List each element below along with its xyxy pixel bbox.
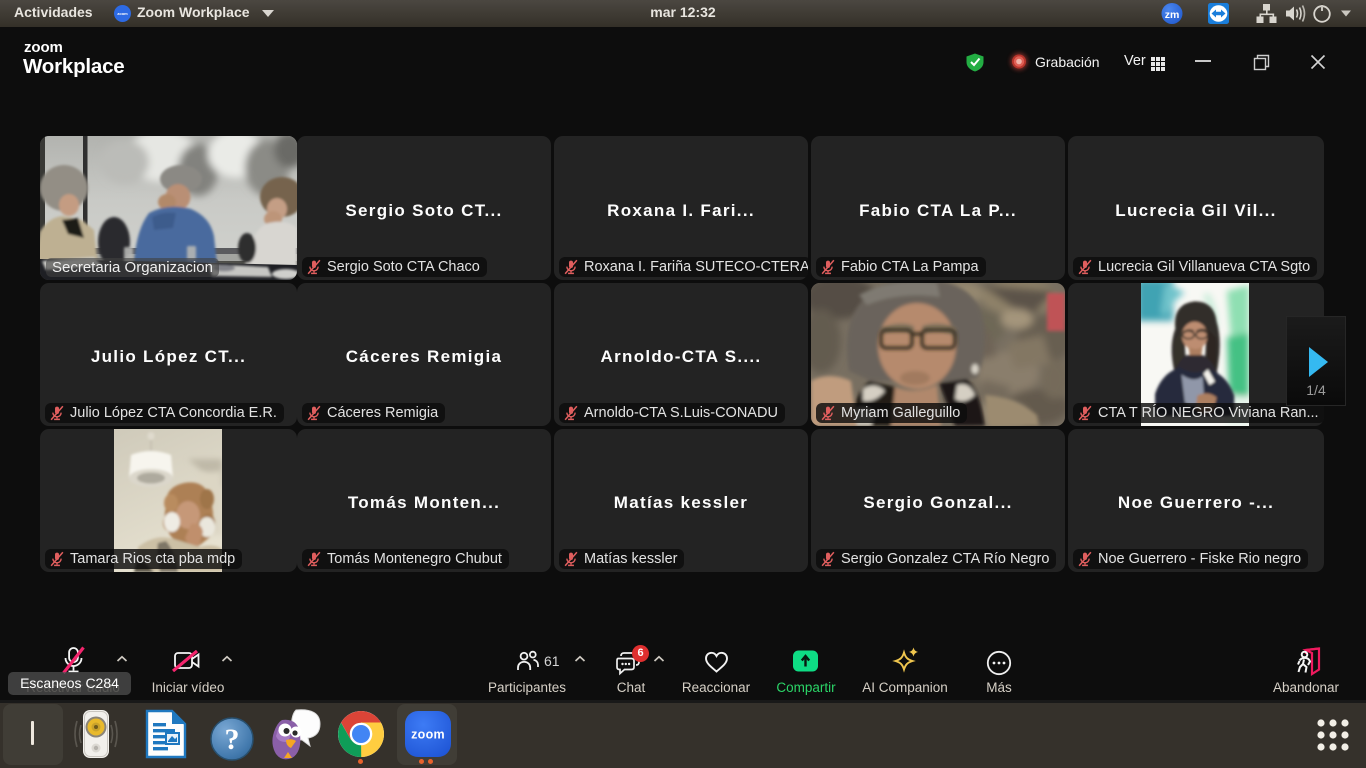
svg-text:?: ? [225, 723, 240, 756]
svg-text:zm: zm [1165, 9, 1180, 21]
svg-text:zoom: zoom [411, 728, 445, 742]
